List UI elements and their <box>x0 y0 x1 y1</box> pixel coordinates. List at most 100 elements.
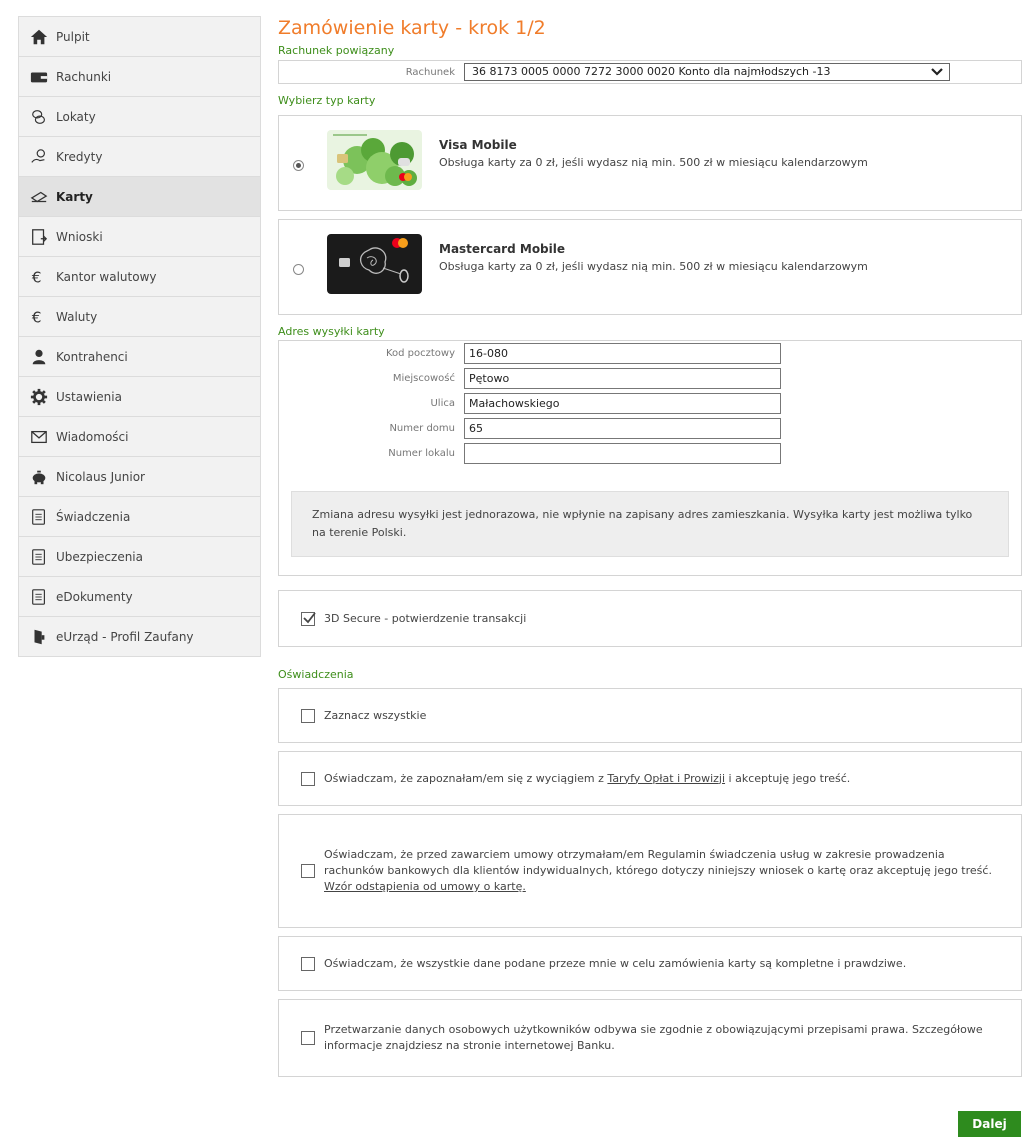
svg-text:€: € <box>32 268 42 286</box>
svg-text:€: € <box>32 308 42 326</box>
chevron-down-icon <box>931 66 943 83</box>
document-icon <box>29 507 49 527</box>
next-button[interactable]: Dalej <box>958 1111 1021 1137</box>
mastercard-card-image <box>327 234 422 294</box>
document-icon <box>29 547 49 567</box>
address-box: Kod pocztowy 16-080 Miejscowość Pętowo U… <box>278 340 1022 576</box>
sidebar-item-swiadczenia[interactable]: Świadczenia <box>18 497 261 537</box>
document-icon <box>29 587 49 607</box>
statement-data-box: Oświadczam, że wszystkie dane podane prz… <box>278 936 1022 991</box>
sidebar-item-label: Kantor walutowy <box>56 269 157 284</box>
postal-code-row: Kod pocztowy 16-080 <box>279 343 1021 365</box>
city-label: Miejscowość <box>392 373 455 384</box>
select-all-label: Zaznacz wszystkie <box>324 708 427 722</box>
address-section-title: Adres wysyłki karty <box>278 325 385 338</box>
main-content: Zamówienie karty - krok 1/2 Rachunek pow… <box>278 16 1022 1077</box>
statement-privacy-box: Przetwarzanie danych osobowych użytkowni… <box>278 999 1022 1077</box>
house-number-label: Numer domu <box>389 423 455 434</box>
statement-tariff-text-before: Oświadczam, że zapoznałam/em się z wycią… <box>324 771 608 785</box>
statement-privacy-checkbox[interactable] <box>301 1031 315 1045</box>
statements-section-title: Oświadczenia <box>278 668 354 681</box>
sidebar-item-label: eDokumenty <box>56 589 133 604</box>
sidebar-item-ubezpieczenia[interactable]: Ubezpieczenia <box>18 537 261 577</box>
sidebar-item-wnioski[interactable]: Wnioski <box>18 217 261 257</box>
sidebar-item-label: Kontrahenci <box>56 349 128 364</box>
address-info-note: Zmiana adresu wysyłki jest jednorazowa, … <box>291 491 1009 557</box>
statement-tariff-box: Oświadczam, że zapoznałam/em się z wycią… <box>278 751 1022 806</box>
account-section-title: Rachunek powiązany <box>278 44 395 57</box>
statement-data-text: Oświadczam, że wszystkie dane podane prz… <box>324 956 907 970</box>
postal-code-label: Kod pocztowy <box>385 348 455 359</box>
statement-data-checkbox[interactable] <box>301 956 315 971</box>
mastercard-radio[interactable] <box>293 264 304 275</box>
sidebar-item-label: eUrząd - Profil Zaufany <box>56 629 194 644</box>
form-icon <box>29 227 49 247</box>
visa-card-description: Obsługa karty za 0 zł, jeśli wydasz nią … <box>439 156 868 169</box>
sidebar-item-kontrahenci[interactable]: Kontrahenci <box>18 337 261 377</box>
sidebar-item-wiadomosci[interactable]: Wiadomości <box>18 417 261 457</box>
sidebar-item-rachunki[interactable]: Rachunki <box>18 57 261 97</box>
city-field[interactable]: Pętowo <box>464 368 781 389</box>
card-type-section-title: Wybierz typ karty <box>278 94 376 107</box>
tariff-link[interactable]: Taryfy Opłat i Prowizji <box>607 772 725 785</box>
sidebar-item-karty[interactable]: Karty <box>18 177 261 217</box>
secure-3d-label: 3D Secure - potwierdzenie transakcji <box>324 611 527 625</box>
sidebar-item-nicolaus-junior[interactable]: Nicolaus Junior <box>18 457 261 497</box>
statement-tariff-text-after: i akceptuję jego treść. <box>725 771 851 785</box>
piggy-bank-icon <box>29 467 49 487</box>
sidebar-item-label: Lokaty <box>56 109 96 124</box>
statement-regulations-body: Oświadczam, że przed zawarciem umowy otr… <box>324 848 992 877</box>
street-label: Ulica <box>430 398 455 409</box>
sidebar: Pulpit Rachunki Lokaty Kredyty Karty Wni… <box>18 16 261 657</box>
secure-3d-checkbox[interactable] <box>301 611 316 626</box>
mastercard-card-name: Mastercard Mobile <box>439 242 566 256</box>
statement-privacy-text: Przetwarzanie danych osobowych użytkowni… <box>324 1023 983 1052</box>
sidebar-item-kantor-walutowy[interactable]: € Kantor walutowy <box>18 257 261 297</box>
house-number-field[interactable]: 65 <box>464 418 781 439</box>
statement-regulations-checkbox[interactable] <box>301 864 315 878</box>
account-select[interactable]: 36 8173 0005 0000 7272 3000 0020 Konto d… <box>464 63 950 81</box>
sidebar-item-kredyty[interactable]: Kredyty <box>18 137 261 177</box>
city-row: Miejscowość Pętowo <box>279 368 1021 390</box>
sidebar-item-pulpit[interactable]: Pulpit <box>18 17 261 57</box>
statement-tariff-text: Oświadczam, że zapoznałam/em się z wycią… <box>324 771 850 787</box>
card-icon <box>29 187 49 207</box>
statement-regulations-text: Oświadczam, że przed zawarciem umowy otr… <box>324 847 1001 895</box>
flat-number-field[interactable] <box>464 443 781 464</box>
street-field[interactable]: Małachowskiego <box>464 393 781 414</box>
sidebar-item-waluty[interactable]: € Waluty <box>18 297 261 337</box>
account-label: Rachunek <box>405 67 455 78</box>
card-option-mastercard[interactable]: Mastercard Mobile Obsługa karty za 0 zł,… <box>278 219 1022 315</box>
withdrawal-form-link[interactable]: Wzór odstąpienia od umowy o kartę. <box>324 880 526 893</box>
sidebar-item-eurzad[interactable]: eUrząd - Profil Zaufany <box>18 617 261 657</box>
sidebar-item-label: Ustawienia <box>56 389 122 404</box>
sidebar-item-label: Świadczenia <box>56 509 131 524</box>
secure-3d-box: 3D Secure - potwierdzenie transakcji <box>278 590 1022 647</box>
flat-number-row: Numer lokalu <box>279 443 1021 465</box>
sidebar-item-label: Wnioski <box>56 229 103 244</box>
sidebar-item-edokumenty[interactable]: eDokumenty <box>18 577 261 617</box>
visa-radio[interactable] <box>293 160 304 171</box>
postal-code-field[interactable]: 16-080 <box>464 343 781 364</box>
account-select-value: 36 8173 0005 0000 7272 3000 0020 Konto d… <box>472 65 831 78</box>
page-title: Zamówienie karty - krok 1/2 <box>278 17 546 39</box>
select-all-checkbox[interactable] <box>301 708 315 723</box>
account-box: Rachunek 36 8173 0005 0000 7272 3000 002… <box>278 60 1022 84</box>
sidebar-item-label: Karty <box>56 189 93 204</box>
gear-icon <box>29 387 49 407</box>
card-option-visa[interactable]: Visa Mobile Obsługa karty za 0 zł, jeśli… <box>278 115 1022 211</box>
euro-icon: € <box>29 267 49 287</box>
statement-regulations-box: Oświadczam, że przed zawarciem umowy otr… <box>278 814 1022 928</box>
sidebar-item-label: Nicolaus Junior <box>56 469 145 484</box>
sidebar-item-label: Kredyty <box>56 149 103 164</box>
house-number-row: Numer domu 65 <box>279 418 1021 440</box>
sidebar-item-label: Ubezpieczenia <box>56 549 143 564</box>
sidebar-item-lokaty[interactable]: Lokaty <box>18 97 261 137</box>
envelope-icon <box>29 427 49 447</box>
sidebar-item-ustawienia[interactable]: Ustawienia <box>18 377 261 417</box>
hand-coin-icon <box>29 147 49 167</box>
flat-number-label: Numer lokalu <box>388 448 455 459</box>
person-icon <box>29 347 49 367</box>
visa-card-image <box>327 130 422 190</box>
statement-tariff-checkbox[interactable] <box>301 771 315 786</box>
